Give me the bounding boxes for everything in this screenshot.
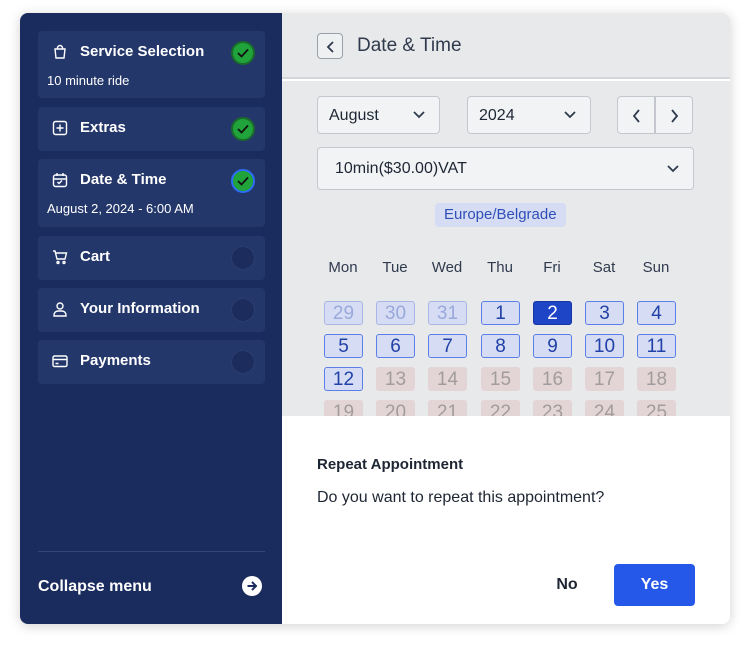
chevron-down-icon — [667, 165, 679, 173]
back-button[interactable] — [317, 33, 343, 59]
step-title: Your Information — [80, 300, 200, 317]
booking-widget: Service Selection 10 minute ride Extras … — [20, 13, 730, 624]
calendar-day: 16 — [533, 367, 572, 391]
calendar-day[interactable]: 12 — [324, 367, 363, 391]
calendar-day[interactable]: 3 — [585, 301, 624, 325]
calendar-day[interactable]: 6 — [376, 334, 415, 358]
calendar-day: 29 — [324, 301, 363, 325]
timezone-badge[interactable]: Europe/Belgrade — [435, 203, 566, 227]
step-title: Service Selection — [80, 43, 205, 60]
step-pending-icon — [231, 350, 255, 374]
step-subtitle: August 2, 2024 - 6:00 AM — [47, 201, 194, 216]
yes-button[interactable]: Yes — [614, 564, 695, 606]
calendar-day: 18 — [637, 367, 676, 391]
user-icon — [52, 301, 68, 317]
month-value: August — [329, 107, 379, 124]
year-value: 2024 — [479, 107, 515, 124]
step-your-information[interactable]: Your Information — [38, 288, 265, 332]
step-subtitle: 10 minute ride — [47, 73, 130, 88]
calendar-day[interactable]: 10 — [585, 334, 624, 358]
cart-icon — [52, 249, 68, 265]
calendar-day[interactable]: 4 — [637, 301, 676, 325]
next-month-button[interactable] — [655, 96, 693, 134]
calendar-panel: August 2024 10min($30.00)VAT Europe/Belg… — [282, 81, 730, 416]
service-duration-select[interactable]: 10min($30.00)VAT — [317, 147, 694, 190]
calendar-day[interactable]: 11 — [637, 334, 676, 358]
calendar-day: 17 — [585, 367, 624, 391]
month-select[interactable]: August — [317, 96, 440, 134]
chevron-right-icon — [671, 109, 679, 123]
page-title: Date & Time — [357, 35, 462, 56]
calendar-day: 24 — [585, 400, 624, 416]
step-payments[interactable]: Payments — [38, 340, 265, 384]
calendar-day-selected[interactable]: 2 — [533, 301, 572, 325]
step-date-time[interactable]: Date & Time August 2, 2024 - 6:00 AM — [38, 159, 265, 227]
calendar-day[interactable]: 9 — [533, 334, 572, 358]
dialog-title: Repeat Appointment — [317, 456, 464, 473]
dialog-message: Do you want to repeat this appointment? — [317, 489, 605, 506]
calendar-day: 20 — [376, 400, 415, 416]
weekday-label: Sun — [642, 259, 670, 276]
step-title: Date & Time — [80, 171, 167, 188]
step-title: Payments — [80, 352, 151, 369]
main-panel: Date & Time August 2024 10min($30.00)VAT… — [282, 13, 730, 624]
sidebar-divider — [38, 551, 265, 552]
step-extras[interactable]: Extras — [38, 107, 265, 151]
calendar-day: 14 — [428, 367, 467, 391]
plus-square-icon — [52, 120, 68, 136]
weekday-label: Thu — [487, 259, 513, 276]
calendar-day: 19 — [324, 400, 363, 416]
calendar-day: 31 — [428, 301, 467, 325]
weekday-label: Tue — [382, 259, 408, 276]
collapse-menu-button[interactable]: Collapse menu — [38, 578, 152, 596]
chevron-left-icon — [632, 109, 640, 123]
step-service-selection[interactable]: Service Selection 10 minute ride — [38, 31, 265, 98]
page-header: Date & Time — [282, 13, 730, 79]
calendar-day: 23 — [533, 400, 572, 416]
step-title: Cart — [80, 248, 111, 265]
calendar-day[interactable]: 7 — [428, 334, 467, 358]
shopping-bag-icon — [52, 44, 68, 60]
steps-sidebar: Service Selection 10 minute ride Extras … — [20, 13, 282, 624]
credit-card-icon — [52, 353, 68, 369]
arrow-right-circle-icon[interactable] — [242, 576, 262, 596]
weekday-label: Mon — [328, 259, 358, 276]
step-cart[interactable]: Cart — [38, 236, 265, 280]
weekday-label: Sat — [592, 259, 616, 276]
calendar-day: 30 — [376, 301, 415, 325]
calendar-day[interactable]: 5 — [324, 334, 363, 358]
service-duration-value: 10min($30.00)VAT — [335, 160, 467, 177]
calendar-icon — [52, 172, 68, 188]
chevron-down-icon — [564, 111, 576, 119]
no-button[interactable]: No — [545, 564, 589, 606]
calendar-day: 25 — [637, 400, 676, 416]
calendar-day: 13 — [376, 367, 415, 391]
chevron-down-icon — [413, 111, 425, 119]
calendar-day[interactable]: 1 — [481, 301, 520, 325]
calendar-day: 15 — [481, 367, 520, 391]
year-select[interactable]: 2024 — [467, 96, 591, 134]
step-pending-icon — [231, 246, 255, 270]
calendar-day: 22 — [481, 400, 520, 416]
step-pending-icon — [231, 298, 255, 322]
step-complete-icon — [231, 117, 255, 141]
step-complete-icon — [231, 169, 255, 193]
weekday-label: Wed — [431, 259, 463, 276]
calendar-day: 21 — [428, 400, 467, 416]
step-complete-icon — [231, 41, 255, 65]
prev-month-button[interactable] — [617, 96, 655, 134]
step-title: Extras — [80, 119, 126, 136]
weekday-label: Fri — [543, 259, 561, 276]
calendar-day[interactable]: 8 — [481, 334, 520, 358]
